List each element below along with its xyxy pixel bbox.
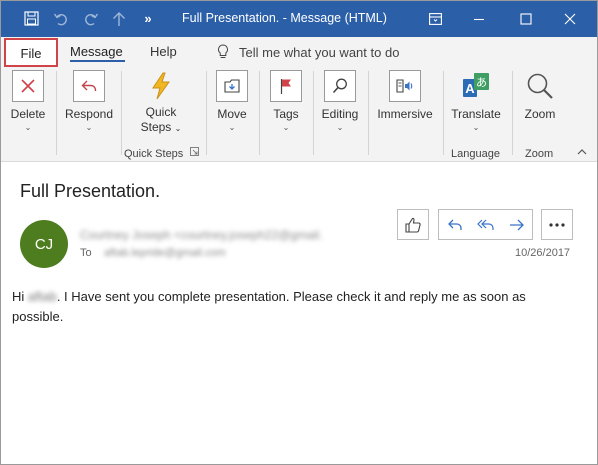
immersive-reader-icon: [389, 70, 421, 102]
tab-help[interactable]: Help: [150, 37, 177, 67]
delete-label: Delete: [10, 107, 46, 121]
ribbon: Delete ⌄ Respond ⌄ Quick Steps ⌄ Quick S…: [0, 67, 598, 162]
save-icon[interactable]: [20, 0, 42, 37]
forward-button[interactable]: [501, 210, 532, 239]
body-content: . I Have sent you complete presentation.…: [12, 289, 526, 324]
reply-all-button[interactable]: [470, 210, 501, 239]
move-label: Move: [217, 107, 247, 121]
divider: [56, 71, 57, 155]
move-icon: [216, 70, 248, 102]
tags-label: Tags: [273, 107, 299, 121]
tags-button[interactable]: Tags ⌄: [268, 67, 304, 147]
ribbon-display-icon[interactable]: [424, 0, 446, 37]
lightning-icon: [145, 70, 177, 102]
move-button[interactable]: Move ⌄: [212, 67, 252, 147]
like-button[interactable]: [397, 209, 429, 240]
collapse-ribbon-icon[interactable]: [577, 147, 587, 159]
divider: [206, 71, 207, 155]
to-label: To: [80, 247, 92, 259]
divider: [512, 71, 513, 155]
more-icon[interactable]: »: [138, 0, 158, 37]
active-tab-indicator: [70, 60, 125, 62]
divider: [443, 71, 444, 155]
divider: [368, 71, 369, 155]
editing-label: Editing: [321, 107, 359, 121]
divider: [121, 71, 122, 155]
respond-label: Respond: [64, 107, 114, 121]
flag-icon: [270, 70, 302, 102]
minimize-icon[interactable]: [468, 0, 490, 37]
title-bar: » Full Presentation. - Message (HTML): [0, 0, 598, 37]
window-title: Full Presentation. - Message (HTML): [182, 11, 387, 25]
message-subject: Full Presentation.: [20, 181, 161, 201]
chevron-down-icon: ⌄: [336, 123, 344, 132]
quick-steps-label-2: Steps: [140, 120, 172, 134]
avatar-initials: CJ: [34, 235, 54, 253]
svg-text:あ: あ: [476, 76, 487, 89]
tab-file[interactable]: File: [4, 38, 58, 67]
quick-steps-button[interactable]: Quick Steps ⌄: [136, 67, 186, 147]
translate-button[interactable]: Aあ Translate ⌄: [448, 67, 504, 147]
immersive-button[interactable]: Immersive: [374, 67, 436, 147]
chevron-down-icon: ⌄: [228, 123, 236, 132]
message-body: Hi aftab. I Have sent you complete prese…: [12, 287, 572, 327]
avatar[interactable]: CJ: [20, 220, 68, 268]
more-actions-button[interactable]: [541, 209, 573, 240]
redo-icon[interactable]: [80, 0, 102, 37]
group-label-language: Language: [451, 148, 500, 160]
editing-button[interactable]: Editing ⌄: [318, 67, 362, 147]
lightbulb-icon: [218, 44, 228, 58]
undo-icon[interactable]: [50, 0, 72, 37]
up-arrow-icon[interactable]: [108, 0, 130, 37]
tab-message[interactable]: Message: [70, 37, 123, 67]
maximize-icon[interactable]: [515, 0, 537, 37]
search-icon: [324, 70, 356, 102]
reply-button[interactable]: [439, 210, 470, 239]
reply-actions: [438, 209, 533, 240]
zoom-label: Zoom: [524, 107, 556, 121]
zoom-icon: [524, 70, 556, 102]
chevron-down-icon: ⌄: [282, 123, 290, 132]
tell-me-search[interactable]: Tell me what you want to do: [217, 37, 399, 67]
group-label-zoom: Zoom: [525, 148, 554, 160]
body-recipient-name: aftab: [27, 289, 57, 304]
reply-all-icon: [476, 219, 494, 230]
zoom-button[interactable]: Zoom: [518, 67, 562, 147]
sender-address[interactable]: Courtney Joseph <courtney.joseph22@gmail…: [80, 228, 322, 242]
quick-steps-label-1: Quick: [145, 105, 177, 119]
chevron-down-icon: ⌄: [24, 123, 32, 132]
respond-button[interactable]: Respond ⌄: [64, 67, 114, 147]
delete-button[interactable]: Delete ⌄: [6, 67, 50, 147]
forward-icon: [509, 219, 524, 230]
divider: [259, 71, 260, 155]
translate-label: Translate: [451, 107, 501, 121]
dialog-launcher-icon[interactable]: [190, 147, 199, 159]
recipient-address[interactable]: aftab.lepride@gmail.com: [104, 247, 226, 259]
group-label-quick-steps: Quick Steps: [124, 148, 184, 160]
immersive-label: Immersive: [377, 107, 433, 121]
close-icon[interactable]: [559, 0, 581, 37]
message-date: 10/26/2017: [515, 247, 571, 259]
translate-icon: Aあ: [460, 70, 492, 102]
thumbs-up-icon: [405, 217, 421, 233]
more-options-icon: [549, 222, 565, 227]
chevron-down-icon: ⌄: [174, 124, 182, 133]
chevron-down-icon: ⌄: [85, 123, 93, 132]
reply-icon: [73, 70, 105, 102]
reply-icon: [447, 219, 462, 230]
body-greeting: Hi: [12, 289, 25, 304]
svg-text:A: A: [465, 81, 475, 96]
divider: [313, 71, 314, 155]
tell-me-label: Tell me what you want to do: [239, 44, 400, 60]
delete-icon: [12, 70, 44, 102]
chevron-down-icon: ⌄: [472, 123, 480, 132]
